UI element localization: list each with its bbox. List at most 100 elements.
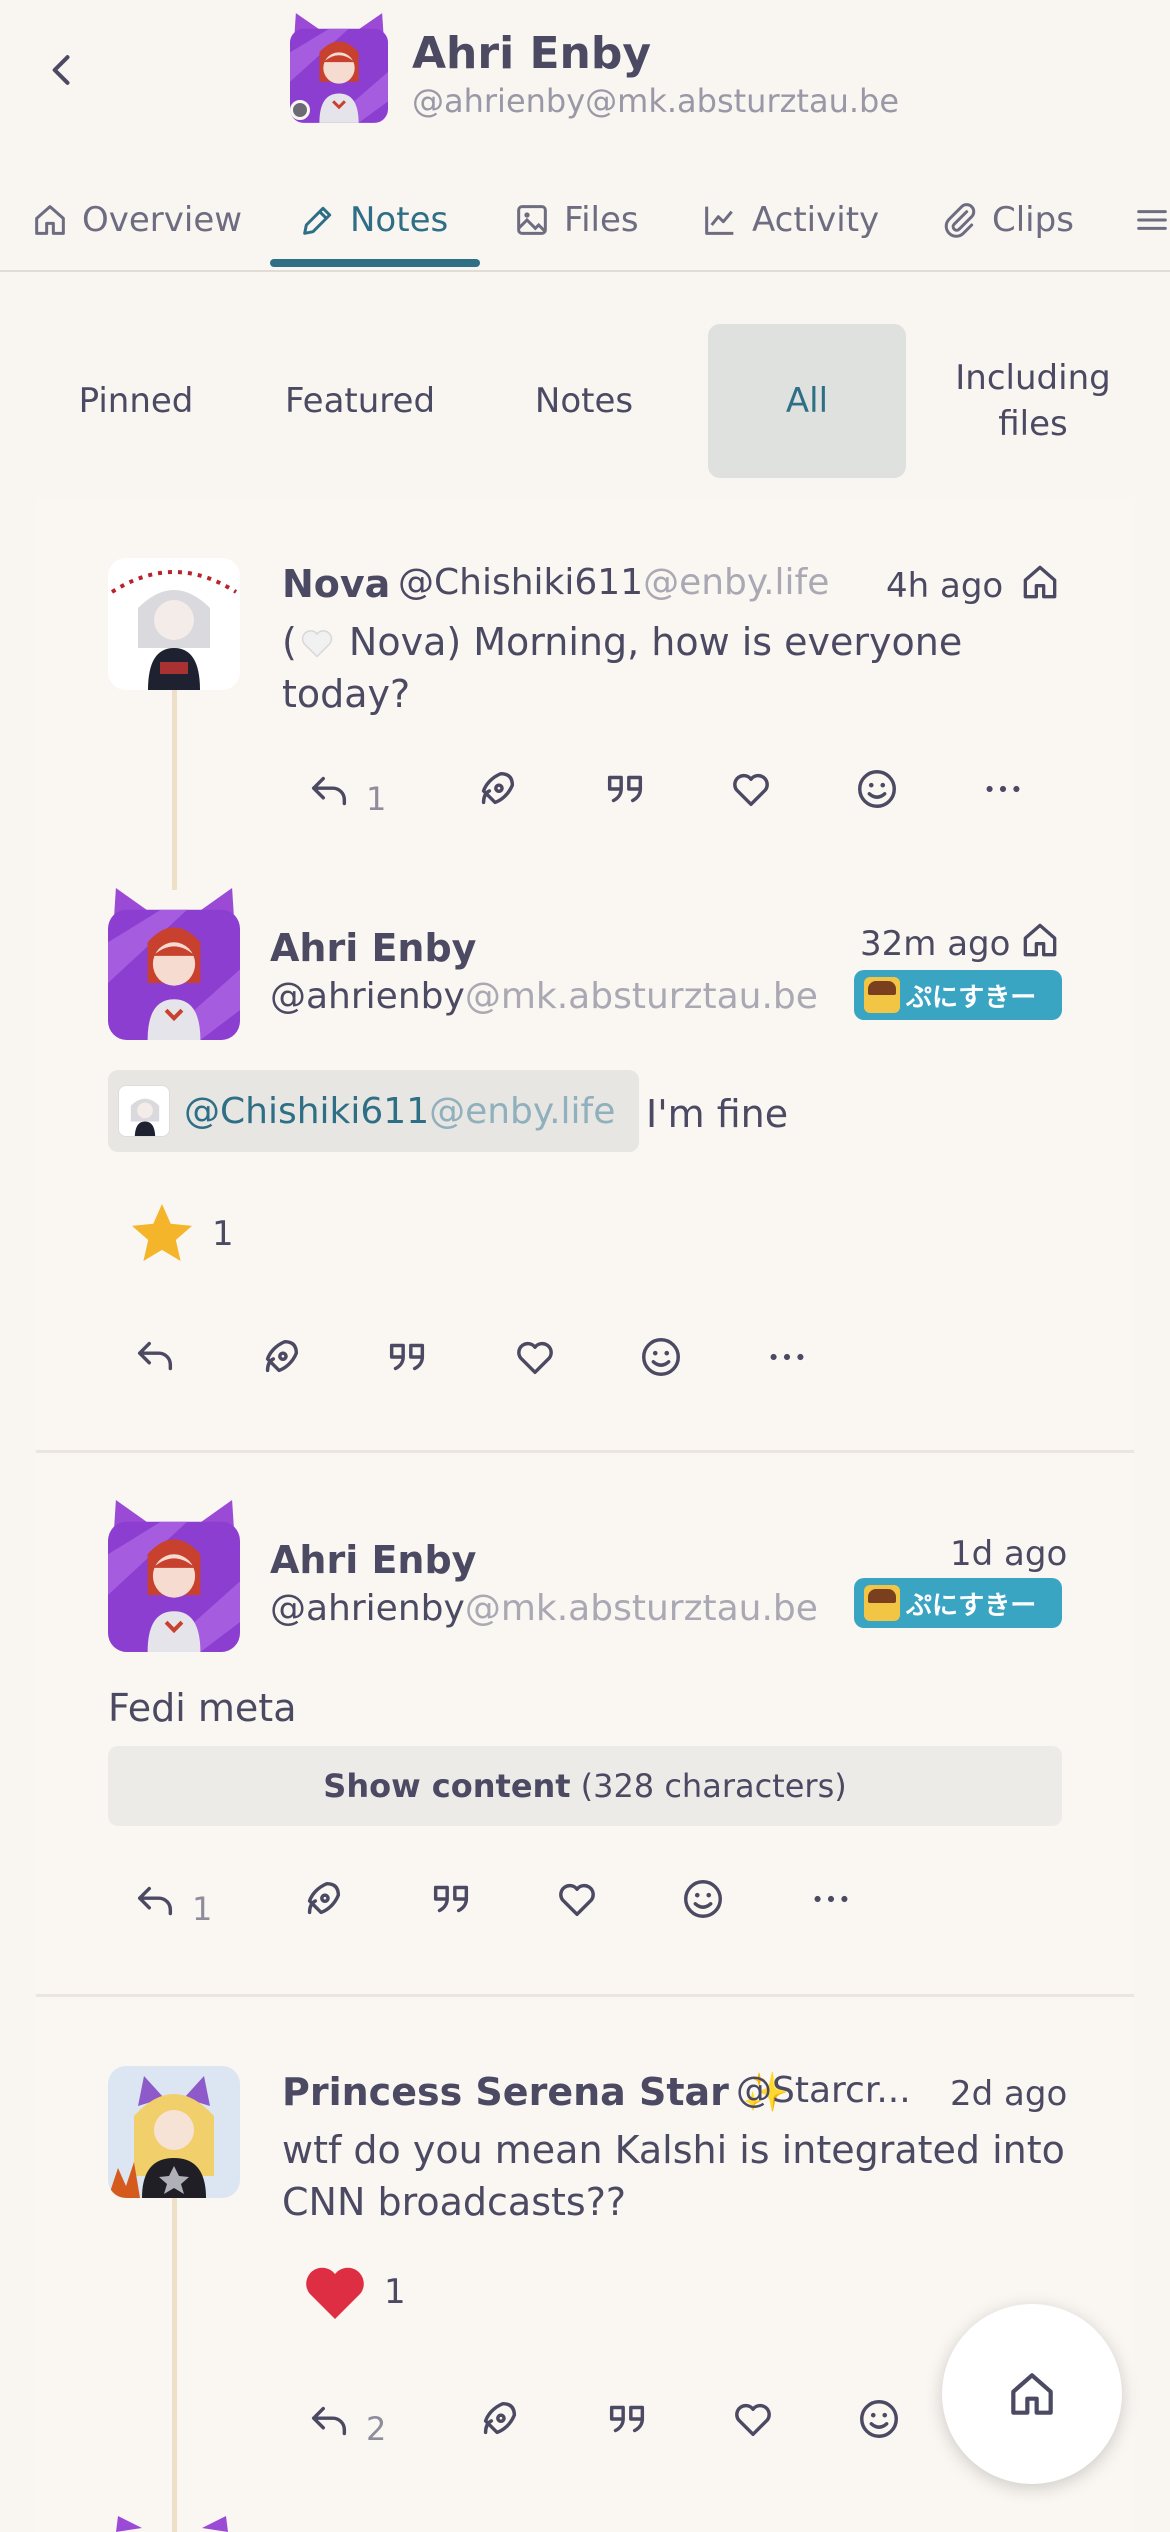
renote-icon[interactable] [474,766,520,812]
reply-button[interactable]: 1 [132,1876,212,1928]
reply-icon [306,2399,352,2445]
tab-label: Activity [752,200,880,240]
note-time[interactable]: 32m ago [860,924,1010,964]
tab-label: Clips [992,200,1074,240]
author-name[interactable]: Nova [282,562,390,606]
avatar[interactable] [108,888,240,1040]
home-visibility-icon [1018,918,1062,962]
heart-icon[interactable] [554,1876,600,1922]
menu-icon [1137,210,1167,230]
nova-avatar-image [110,570,238,690]
author-handle[interactable]: @Starcr... [736,2070,911,2111]
renote-icon[interactable] [258,1334,304,1380]
reply-icon [132,1879,178,1925]
quote-icon[interactable] [428,1876,474,1922]
instance-badge[interactable]: ぷにすきー [854,970,1062,1020]
quote-icon[interactable] [604,2396,650,2442]
more-icon[interactable] [808,1876,854,1922]
handle-host: @mk.absturztau.be [464,1588,818,1629]
avatar[interactable] [108,558,240,690]
reaction-icon[interactable] [854,766,900,812]
online-status-indicator [290,100,310,120]
filter-including-files[interactable]: Including files [930,324,1136,478]
quote-icon[interactable] [602,766,648,812]
tab-files[interactable]: Files [512,170,639,270]
text-paren: ( [282,620,297,664]
reaction-icon[interactable] [680,1876,726,1922]
instance-badge[interactable]: ぷにすきー [854,1578,1062,1628]
note-text: ( Nova) Morning, how is everyone today? [282,616,1082,720]
pudding-icon [864,977,900,1013]
show-content-button[interactable]: Show content (328 characters) [108,1746,1062,1826]
handle-user: @Chishiki611 [398,562,644,603]
note-time[interactable]: 2d ago [950,2074,1067,2114]
active-tab-indicator [270,259,480,267]
tab-more[interactable] [1132,170,1170,270]
home-icon [30,200,70,240]
pudding-icon [864,1585,900,1621]
mention-host: @enby.life [429,1090,616,1132]
home-fab-button[interactable] [942,2304,1122,2484]
thread-line [172,2198,177,2532]
heart-icon[interactable] [512,1334,558,1380]
renote-icon[interactable] [300,1876,346,1922]
reply-icon[interactable] [132,1334,178,1380]
reply-button[interactable]: 2 [306,2396,386,2448]
reaction-icon[interactable] [856,2396,902,2442]
author-handle[interactable]: @Chishiki611@enby.life [398,562,829,603]
avatar[interactable] [108,1500,240,1652]
home-icon [1004,2366,1060,2422]
profile-avatar[interactable] [290,12,388,124]
author-name[interactable]: Ahri Enby [270,926,476,970]
badge-label: ぷにすきー [906,982,1037,1013]
tab-notes[interactable]: Notes [298,170,448,270]
author-name[interactable]: Ahri Enby [270,1538,476,1582]
tab-clips[interactable]: Clips [940,170,1074,270]
back-button[interactable] [40,48,84,92]
badge-label: ぷにすきー [906,1590,1037,1621]
photo-icon [517,205,547,235]
quote-icon[interactable] [384,1334,430,1380]
avatar[interactable] [108,2066,240,2198]
reaction-count: 1 [384,2272,406,2312]
renote-icon[interactable] [476,2396,522,2442]
note-time[interactable]: 4h ago [886,566,1003,606]
handle-host: @mk.absturztau.be [464,976,818,1017]
author-name[interactable]: Princess Serena Star ✨ [282,2070,790,2115]
reply-button[interactable]: 1 [306,766,386,818]
reaction-star[interactable]: 1 [124,1198,234,1270]
note-divider [36,1450,1134,1453]
author-handle[interactable]: @ahrienby@mk.absturztau.be [270,976,818,1017]
show-content-count: (328 characters) [580,1767,847,1805]
filter-pinned[interactable]: Pinned [40,324,232,478]
tab-label: Files [564,200,639,240]
tab-overview[interactable]: Overview [30,170,242,270]
tab-label: Overview [82,200,243,240]
heart-icon[interactable] [730,2396,776,2442]
mention-chip[interactable]: @Chishiki611@enby.life [108,1070,640,1152]
paperclip-icon [944,203,976,238]
note-time[interactable]: 1d ago [950,1534,1067,1574]
text-body: Nova) Morning, how is everyone today? [282,620,963,716]
reply-count: 1 [366,780,387,818]
content-warning: Fedi meta [108,1686,297,1730]
handle-user: @ahrienby [270,1588,465,1629]
profile-tabs: Overview Notes Files Activity Clips [0,170,1170,272]
next-avatar-peek [116,2516,228,2532]
heart-icon[interactable] [728,766,774,812]
reaction-heart[interactable]: 1 [296,2256,406,2328]
filter-featured[interactable]: Featured [264,324,456,478]
mention-user: @Chishiki611 [184,1090,430,1132]
filter-all[interactable]: All [708,324,906,478]
profile-handle: @ahrienby@mk.absturztau.be [412,82,900,120]
thread-line [172,690,177,890]
more-icon[interactable] [980,766,1026,812]
author-handle[interactable]: @ahrienby@mk.absturztau.be [270,1588,818,1629]
reaction-count: 1 [212,1214,234,1254]
more-icon[interactable] [764,1334,810,1380]
filter-notes[interactable]: Notes [488,324,680,478]
reply-icon [306,769,352,815]
reaction-icon[interactable] [638,1334,684,1380]
tab-activity[interactable]: Activity [700,170,879,270]
star-icon [132,1204,192,1261]
